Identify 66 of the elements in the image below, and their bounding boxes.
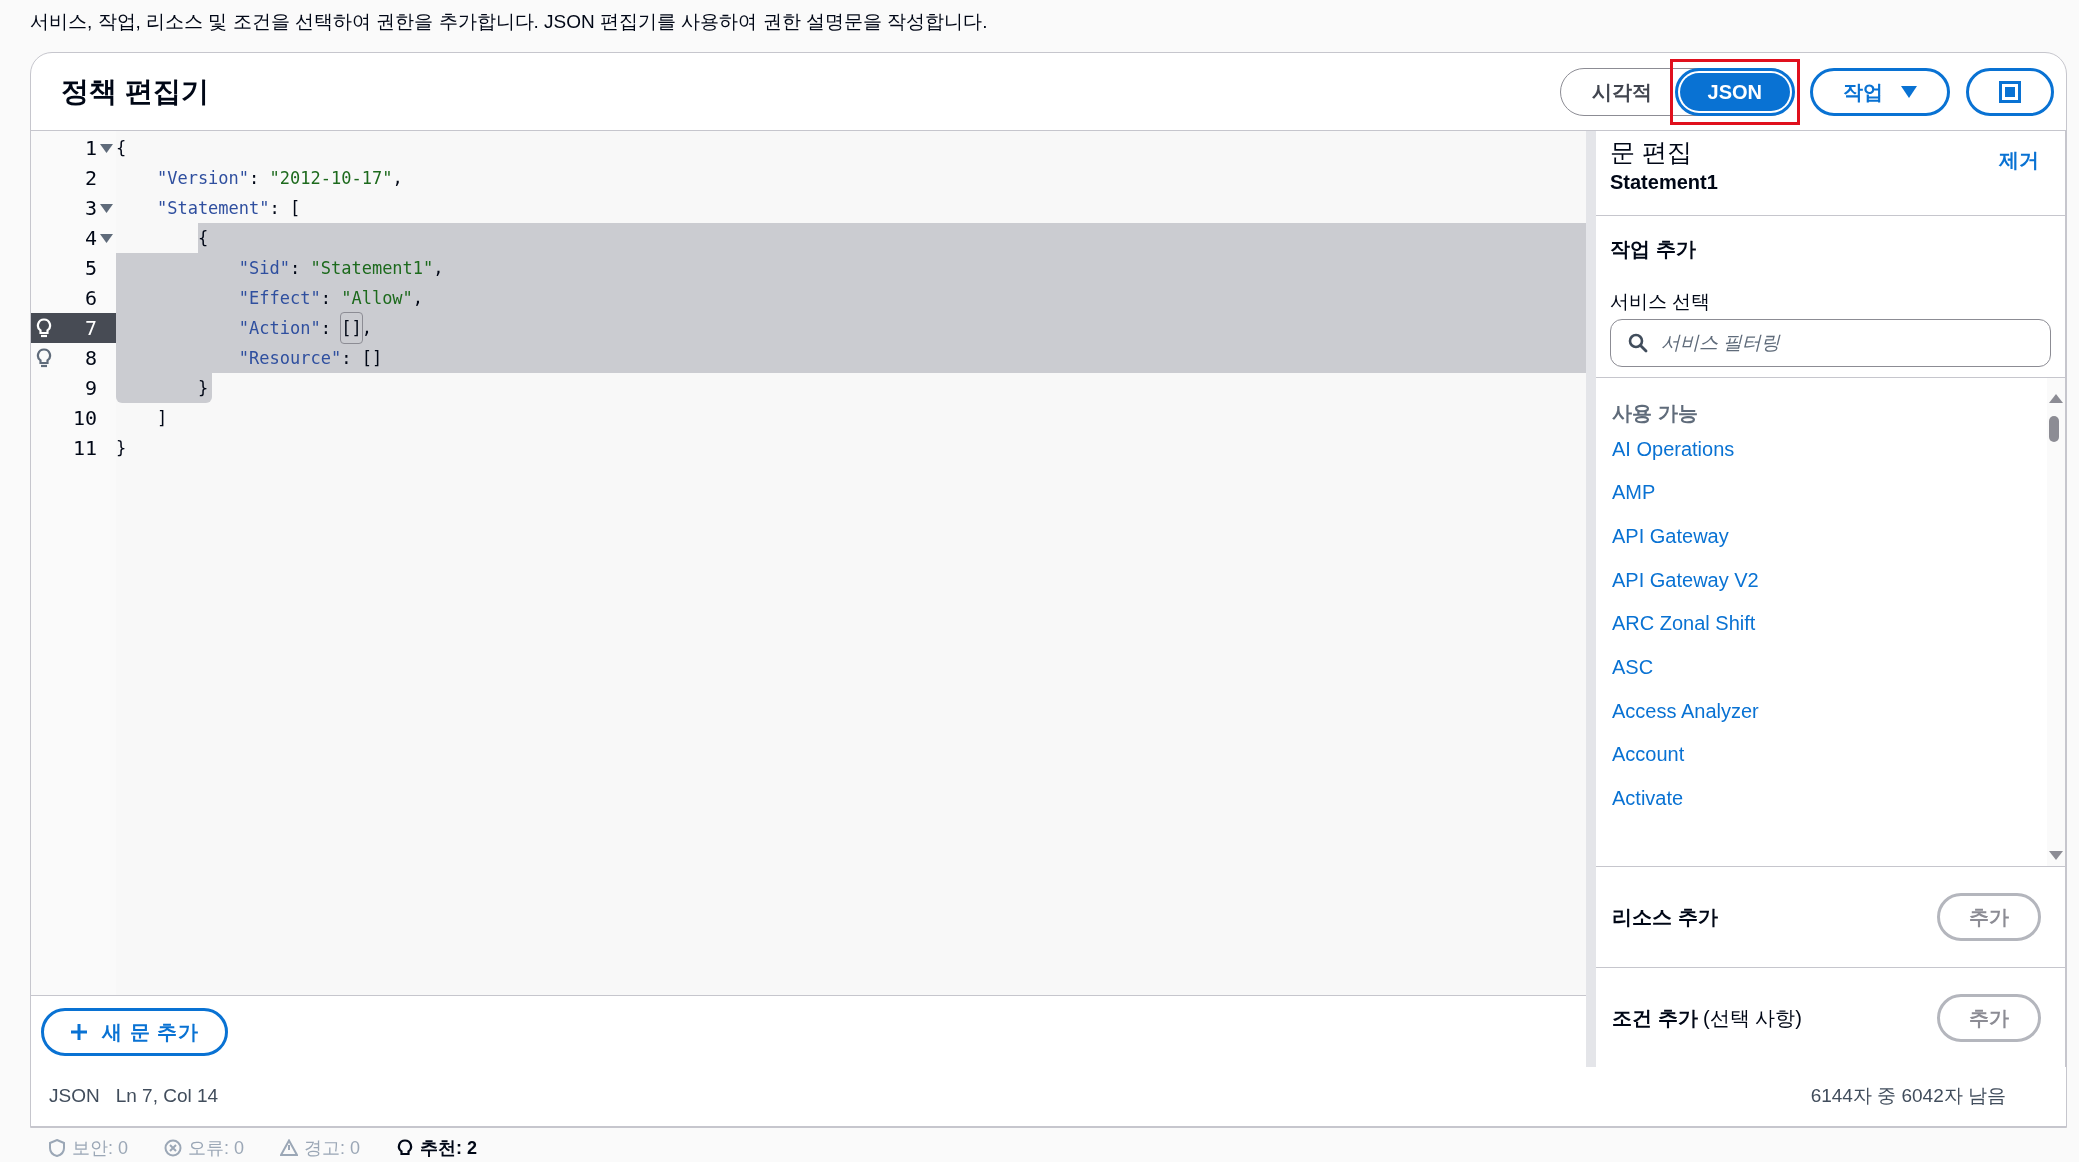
panel-icon [1999,80,2021,103]
line-number: 3 [83,195,97,222]
add-resource-button[interactable]: 추가 [1937,893,2041,941]
finding-count[interactable]: 추천: 2 [420,1134,478,1162]
section-heading: 작업 추가 [1610,237,1697,262]
service-link[interactable]: Account [1612,739,2031,783]
lightbulb-icon[interactable] [36,348,52,368]
line-number: 1 [83,135,97,162]
finding-count[interactable]: 보안: 0 [72,1134,128,1162]
service-link[interactable]: API Gateway [1612,520,2031,565]
line-number: 9 [83,375,97,402]
line-number: 11 [71,435,97,462]
actions-button[interactable]: 작업 [1810,67,1950,116]
fold-arrow-icon[interactable] [100,233,113,243]
code-line: ] [155,407,169,430]
statement-name: Statement1 [1610,170,1718,195]
code-line: "Version": "2012-10-17", [155,167,404,190]
line-number: 8 [83,345,97,372]
fold-arrow-icon[interactable] [100,203,113,213]
panel-title: 문 편집 [1610,137,1693,167]
scroll-down-icon[interactable] [2049,851,2063,860]
add-statement-button[interactable]: 새 문 추가 [41,1007,229,1056]
mode-tab[interactable]: 시각적 [1563,72,1680,111]
lightbulb-icon [396,1139,415,1157]
line-number: 5 [83,255,97,282]
remove-link[interactable]: 제거 [1999,145,2039,215]
error-icon [164,1139,182,1157]
line-number: 10 [71,405,97,432]
code-line: } [116,373,1586,403]
line-number: 2 [83,165,97,192]
group-label: 사용 가능 [1612,400,1699,426]
caret-icon [1901,84,1917,99]
line-number: 6 [83,285,97,312]
warning-icon [280,1139,299,1157]
character-count: 6144자 중 6042자 남음 [1810,1084,2006,1109]
service-link[interactable]: ASC [1612,651,2031,696]
section-heading: 조건 추가 (선택 사항) [1612,1005,1802,1031]
panel-toggle-button[interactable] [1966,67,2054,116]
line-number: 7 [83,315,97,342]
service-link[interactable]: AI Operations [1612,433,2031,478]
lightbulb-icon[interactable] [36,318,52,338]
resize-handle[interactable] [1586,131,1596,1067]
code-line: { [116,137,128,160]
scrollbar-thumb[interactable] [2049,415,2059,442]
add-condition-button[interactable]: 추가 [1937,993,2041,1042]
service-link[interactable]: API Gateway V2 [1612,564,2031,609]
finding-count[interactable]: 오류: 0 [188,1134,245,1162]
finding-count[interactable]: 경고: 0 [304,1134,361,1162]
service-link[interactable]: Access Analyzer [1612,695,2031,740]
fold-arrow-icon[interactable] [100,143,113,153]
service-link[interactable]: ARC Zonal Shift [1612,608,2031,652]
language-label: JSON [49,1084,100,1109]
shield-icon [48,1139,66,1157]
service-link[interactable]: Activate [1612,783,2031,827]
scroll-up-icon[interactable] [2049,393,2063,403]
search-field[interactable]: 서비스 필터링 [1610,318,2051,367]
description-text: 서비스, 작업, 리소스 및 조건을 선택하여 권한을 추가합니다. JSON 편집기를 사용하여 권한 설명문을 작성합니다. [30,10,989,34]
cursor-position: Ln 7, Col 14 [115,1084,219,1109]
field-label: 서비스 선택 [1610,290,1712,314]
service-link[interactable]: AMP [1612,477,2031,521]
code-line: "Statement": [ [155,197,302,220]
line-number: 4 [83,225,97,252]
plus-icon [70,1022,88,1041]
code-line: } [116,437,128,460]
editor-title: 정책 편집기 [61,74,209,109]
section-heading: 리소스 추가 [1612,905,1718,930]
